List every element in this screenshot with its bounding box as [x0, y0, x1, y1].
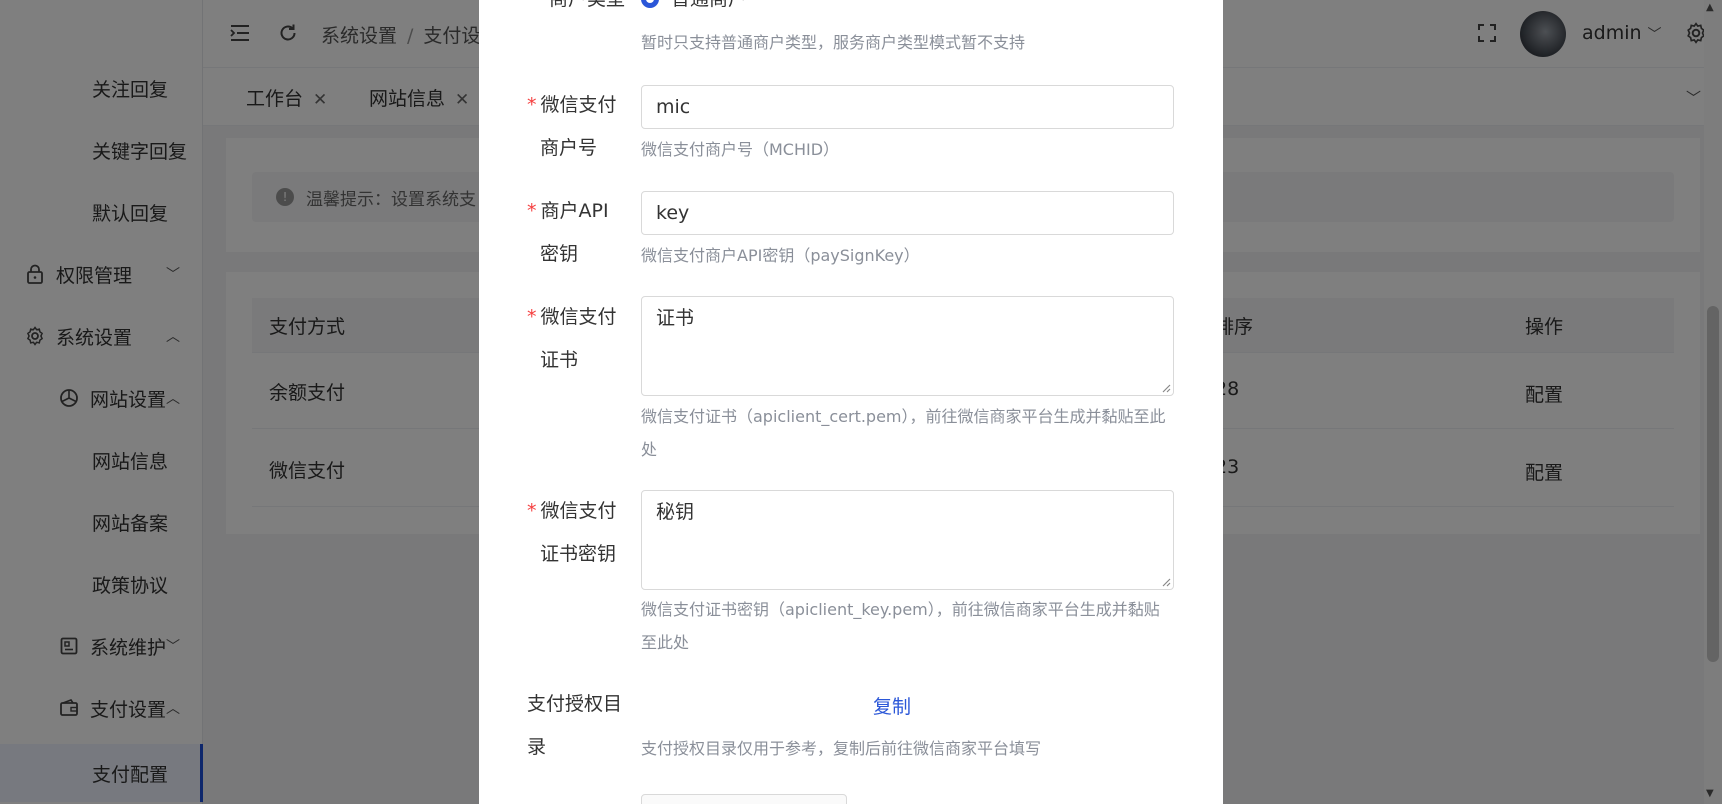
cert-key-hint: 微信支付证书密钥（apiclient_key.pem），前往微信商家平台生成并黏… — [641, 600, 1160, 652]
field-label-cert-key-line2: 证书密钥 — [540, 543, 617, 565]
resize-handle-icon[interactable] — [1161, 577, 1171, 587]
resize-handle-icon[interactable] — [1161, 383, 1171, 393]
api-key-input[interactable]: key — [641, 191, 1174, 235]
api-key-hint: 微信支付商户API密钥（paySignKey） — [641, 246, 920, 265]
copy-button[interactable]: 复制 — [873, 692, 911, 719]
radio-label[interactable]: 普通商户 — [671, 0, 747, 21]
field-label-cert: * 微信支付 — [527, 306, 617, 328]
field-label-cert-key: * 微信支付 — [527, 500, 617, 522]
field-label-mchid-line2: 商户号 — [540, 137, 598, 159]
field-label-auth-dir-line2: 录 — [527, 736, 547, 758]
cert-textarea[interactable]: 证书 — [641, 296, 1174, 396]
auth-dir-hint: 支付授权目录仅用于参考，复制后前往微信商家平台填写 — [641, 739, 1042, 758]
mchid-hint: 微信支付商户号（MCHID） — [641, 140, 840, 159]
cert-hint: 微信支付证书（apiclient_cert.pem），前往微信商家平台生成并黏贴… — [641, 407, 1166, 459]
field-label-cert-line2: 证书 — [540, 349, 579, 371]
field-label-auth-dir: 支付授权目 — [527, 693, 623, 715]
payment-config-dialog: 商户类型 普通商户 暂时只支持普通商户类型，服务商户类型模式暂不支持 *微信支付… — [479, 0, 1223, 804]
field-label-merchant-type: 商户类型 — [549, 0, 625, 21]
merchant-type-hint: 暂时只支持普通商户类型，服务商户类型模式暂不支持 — [641, 33, 1026, 52]
field-label-mchid: * 微信支付 — [527, 94, 617, 116]
radio-normal-merchant[interactable] — [641, 0, 659, 8]
next-field-control[interactable] — [641, 794, 847, 804]
mchid-input[interactable]: mic — [641, 85, 1174, 129]
field-label-api-key-line2: 密钥 — [540, 243, 579, 265]
cert-key-textarea[interactable]: 秘钥 — [641, 490, 1174, 590]
field-label-api-key: * 商户API — [527, 200, 609, 222]
